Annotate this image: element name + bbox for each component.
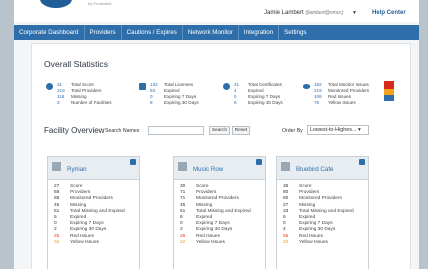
stat-row: 3 Number of Facilities xyxy=(57,100,112,106)
people-icon xyxy=(46,83,53,90)
card-header: Music Row xyxy=(174,157,265,180)
stat-value: 3 xyxy=(57,100,60,105)
help-center-link[interactable]: Help Center xyxy=(372,10,406,16)
chevron-down-icon[interactable]: ▼ xyxy=(352,10,357,16)
stat-label: Number of Facilities xyxy=(71,100,112,105)
facility-card[interactable]: Ryman 27 Score 68 Providers 68 Monitored Pr… xyxy=(47,156,140,269)
nav-corporate-dashboard[interactable]: Corporate Dashboard xyxy=(14,25,85,40)
user-name: Jamie Lambert xyxy=(264,10,304,16)
nav-cautions-expires[interactable]: Cautions / Expires xyxy=(122,25,183,40)
nav-network-monitor[interactable]: Network Monitor xyxy=(183,25,239,40)
expand-icon[interactable] xyxy=(130,159,136,165)
order-by-label: Order By xyxy=(282,128,303,134)
stat-row: 8 Expiring 30 Days xyxy=(150,100,199,106)
reset-button[interactable]: Reset xyxy=(232,126,250,135)
facility-name[interactable]: Bluebird Cafe xyxy=(296,166,334,173)
building-icon xyxy=(178,162,187,171)
stat-row: 76 Yellow Issues xyxy=(314,100,356,106)
top-bar: by Prudential Jamie Lambert (jlambert@nm… xyxy=(14,0,419,22)
user-id: (jlambert@nmcc) xyxy=(305,10,344,16)
nav-providers[interactable]: Providers xyxy=(85,25,122,40)
card-header: Ryman xyxy=(48,157,139,180)
app-window: by Prudential Jamie Lambert (jlambert@nm… xyxy=(14,0,419,269)
search-label: Search Names xyxy=(105,128,140,134)
logo[interactable] xyxy=(40,0,72,8)
card-row: 32 Yellow Issues xyxy=(54,240,139,246)
facility-card[interactable]: Bluebird Cafe 36 Score 80 Providers 80 Moni… xyxy=(276,156,369,269)
card-row: 22 Yellow Issues xyxy=(180,240,265,246)
main-nav: Corporate Dashboard Providers Cautions /… xyxy=(14,25,419,40)
building-icon xyxy=(52,162,61,171)
legend-blue xyxy=(384,95,394,101)
building-icon xyxy=(281,162,290,171)
facility-card[interactable]: Music Row 30 Score 71 Providers 71 Monitore… xyxy=(173,156,266,269)
order-by-select[interactable]: Lowest-to-Highes... ▾ xyxy=(307,125,369,135)
expand-icon[interactable] xyxy=(256,159,262,165)
facility-name[interactable]: Music Row xyxy=(193,166,223,173)
license-icon xyxy=(139,83,146,90)
card-row: 22 Yellow Issues xyxy=(283,240,368,246)
monitor-icon xyxy=(303,84,310,89)
row-value: 32 xyxy=(54,239,60,245)
row-label: Yellow Issues xyxy=(196,239,225,245)
user-menu[interactable]: Jamie Lambert (jlambert@nmcc) xyxy=(264,10,344,16)
nav-integration[interactable]: Integration xyxy=(239,25,280,40)
legend-red xyxy=(384,81,394,89)
certificate-icon xyxy=(223,83,230,90)
row-label: Yellow Issues xyxy=(70,239,99,245)
card-body: 36 Score 80 Providers 80 Monitored Provider… xyxy=(277,180,368,246)
nav-settings[interactable]: Settings xyxy=(279,25,311,40)
row-value: 22 xyxy=(180,239,186,245)
stat-label: Expiring 30 Days xyxy=(164,100,199,105)
stat-label: Yellow Issues xyxy=(328,100,356,105)
facility-overview-title: Facility Overview xyxy=(44,126,105,135)
logo-subtitle: by Prudential xyxy=(88,1,112,6)
stat-value: 76 xyxy=(314,100,320,105)
chevron-down-icon: ▾ xyxy=(357,127,361,133)
search-input[interactable] xyxy=(148,126,204,135)
stat-label: Expiring 30 Days xyxy=(248,100,283,105)
card-body: 27 Score 68 Providers 68 Monitored Provider… xyxy=(48,180,139,246)
dashboard-panel: Overall Statistics 31 Total Score 219 Tota… xyxy=(31,43,411,269)
overall-statistics-title: Overall Statistics xyxy=(44,59,108,69)
stat-value: 5 xyxy=(234,100,237,105)
card-header: Bluebird Cafe xyxy=(277,157,368,180)
order-by-value: Lowest-to-Highes... xyxy=(310,127,357,133)
card-body: 30 Score 71 Providers 71 Monitored Provider… xyxy=(174,180,265,246)
row-value: 22 xyxy=(283,239,289,245)
facility-name[interactable]: Ryman xyxy=(67,166,87,173)
search-button[interactable]: Search xyxy=(209,126,230,135)
row-label: Yellow Issues xyxy=(299,239,328,245)
stat-row: 5 Expiring 30 Days xyxy=(234,100,283,106)
stat-value: 8 xyxy=(150,100,153,105)
expand-icon[interactable] xyxy=(359,159,365,165)
issue-legend xyxy=(384,81,394,101)
